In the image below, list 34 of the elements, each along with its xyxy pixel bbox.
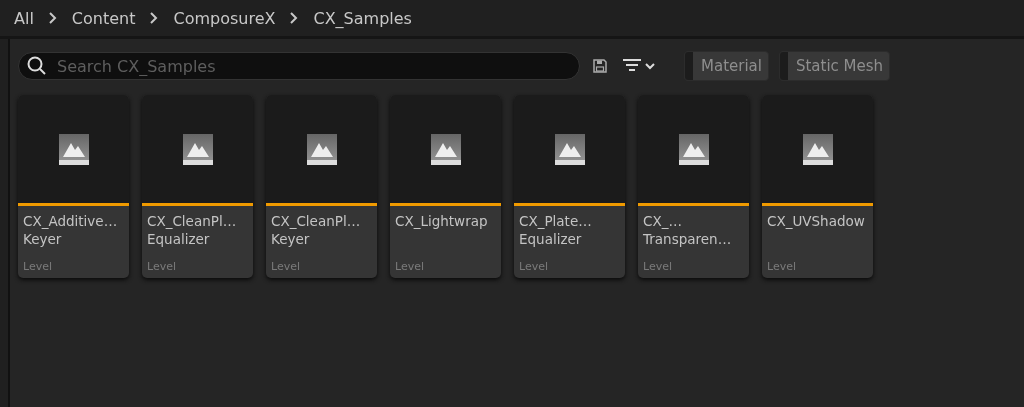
asset-type: Level	[766, 259, 798, 275]
filter-chip[interactable]: Material	[684, 51, 769, 81]
asset-tile[interactable]: CX_UVShadow Level	[762, 95, 873, 278]
asset-type: Level	[518, 259, 550, 275]
asset-type: Level	[642, 259, 674, 275]
asset-tile[interactable]: CX_CleanPl… Equalizer Level	[142, 95, 253, 278]
save-icon[interactable]	[590, 56, 610, 76]
asset-name: CX_Additive… Keyer	[22, 212, 119, 249]
breadcrumb[interactable]: ComposureX	[173, 8, 276, 28]
asset-name: CX_UVShadow	[766, 212, 866, 231]
search-bar[interactable]: Search CX_Samples	[18, 52, 580, 80]
search-icon	[27, 56, 47, 76]
asset-type: Level	[270, 259, 302, 275]
asset-tile[interactable]: CX_Plate… Equalizer Level	[514, 95, 625, 278]
asset-tile[interactable]: CX_Additive… Keyer Level	[18, 95, 129, 278]
asset-name: CX_Plate… Equalizer	[518, 212, 593, 249]
chevron-icon	[47, 12, 58, 24]
asset-name: CX_Lightwrap	[394, 212, 489, 231]
asset-tile[interactable]: CX_CleanPl… Keyer Level	[266, 95, 377, 278]
asset-type: Level	[394, 259, 426, 275]
breadcrumb[interactable]: All	[14, 8, 34, 28]
filter-chip[interactable]: Static Mesh	[778, 51, 891, 81]
chevron-icon	[149, 12, 160, 24]
asset-name: CX_… Transparen…	[642, 212, 733, 249]
asset-name: CX_CleanPl… Keyer	[270, 212, 362, 249]
breadcrumb[interactable]: Content	[71, 8, 136, 28]
asset-type: Level	[146, 259, 178, 275]
asset-tile[interactable]: CX_… Transparen… Level	[638, 95, 749, 278]
search-field[interactable]: Search CX_Samples	[55, 55, 571, 77]
asset-tile[interactable]: CX_Lightwrap Level	[390, 95, 501, 278]
chevron-icon	[289, 12, 300, 24]
breadcrumb[interactable]: CX_Samples	[313, 8, 412, 28]
asset-name: CX_CleanPl… Equalizer	[146, 212, 238, 249]
asset-type: Level	[22, 259, 54, 275]
